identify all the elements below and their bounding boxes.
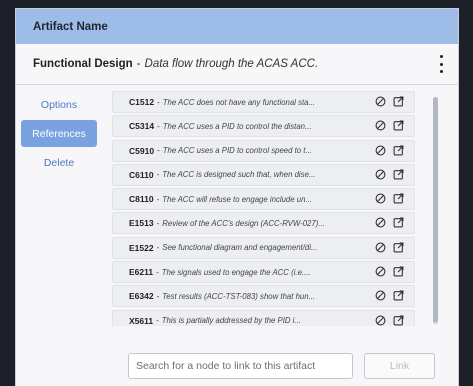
external-link-icon[interactable] [393,315,404,326]
reference-dash: - [157,97,160,107]
reference-dash: - [156,267,159,277]
reference-text: Review of the ACC's design (ACC-RVW-027)… [162,218,325,228]
reference-code: E1513 [129,218,154,229]
reference-text: The ACC is designed such that, when dise… [162,170,316,180]
sidebar-item-delete[interactable]: Delete [21,149,97,176]
reference-text: This is partially addressed by the PID i… [161,316,301,326]
block-icon[interactable] [375,96,386,107]
reference-code: E6211 [129,267,154,278]
block-icon[interactable] [375,315,386,326]
kebab-menu-icon[interactable] [438,55,444,73]
link-button[interactable]: Link [364,353,435,379]
block-icon[interactable] [375,217,386,228]
block-icon[interactable] [375,193,386,204]
block-icon[interactable] [375,120,386,131]
reference-actions [375,217,404,228]
reference-code: C8110 [129,194,154,205]
external-link-icon[interactable] [393,145,404,156]
reference-actions [375,266,404,277]
references-list: C1512- The ACC does not have any function… [112,91,426,326]
sidebar-item-label: References [32,127,86,140]
panel-header-title: Artifact Name [33,20,108,33]
reference-code: C1512 [129,97,155,107]
reference-actions [375,315,404,326]
reference-text: The ACC does not have any functional sta… [162,97,316,107]
reference-actions [375,169,404,180]
sidebar-item-label: Delete [43,156,75,169]
block-icon[interactable] [375,266,386,277]
external-link-icon[interactable] [393,266,404,277]
reference-text: See functional diagram and engagement/di… [162,243,318,253]
sidebar-item-options[interactable]: Options [21,91,97,118]
sidebar-item-label: Options [40,98,78,111]
reference-actions [375,120,404,131]
external-link-icon[interactable] [393,96,404,107]
reference-code: C6110 [129,169,154,180]
reference-code: C5314 [129,121,155,132]
reference-dash: - [156,194,160,204]
reference-text: The ACC will refuse to engage include un… [162,194,312,204]
reference-actions [375,193,404,204]
list-item[interactable]: C1512- The ACC does not have any function… [112,91,415,113]
list-item[interactable]: C6110- The ACC is designed such that, whe… [112,163,415,186]
reference-dash: - [156,218,160,228]
list-item[interactable]: X5611- This is partially addressed by the… [112,309,415,326]
scrollbar-thumb[interactable] [433,97,438,323]
external-link-icon[interactable] [393,120,404,131]
external-link-icon[interactable] [393,217,404,228]
panel-header: Artifact Name [16,9,458,44]
block-icon[interactable] [375,242,386,253]
reference-actions [375,290,404,301]
references-scrollbar[interactable] [433,97,438,325]
artifact-title-bar: Functional Design - Data flow through th… [16,44,458,85]
reference-text: The ACC uses a PID to control speed to t… [162,146,312,156]
artifact-separator: - [136,58,141,70]
reference-dash: - [157,121,160,131]
block-icon[interactable] [375,290,386,301]
block-icon[interactable] [375,169,386,180]
block-icon[interactable] [375,145,386,156]
reference-code: E6342 [129,291,154,302]
reference-code: C5910 [129,145,155,156]
search-input[interactable] [128,353,353,379]
reference-dash: - [156,170,160,180]
external-link-icon[interactable] [393,242,404,253]
list-item[interactable]: E1513- Review of the ACC's design (ACC-RV… [112,212,415,235]
reference-dash: - [156,316,159,326]
reference-code: E1522 [129,242,154,253]
list-item[interactable]: E6211- The signals used to engage the ACC… [112,261,415,284]
artifact-name: Functional Design [33,58,133,70]
sidebar: Options References Delete [21,91,97,178]
reference-dash: - [157,146,160,156]
list-item[interactable]: E1522- See functional diagram and engagem… [112,236,415,259]
reference-actions [375,145,404,156]
list-item[interactable]: E6342- Test results (ACC-TST-083) show th… [112,285,415,308]
external-link-icon[interactable] [393,193,404,204]
list-item[interactable]: C5910- The ACC uses a PID to control spee… [112,139,415,162]
reference-text: The ACC uses a PID to control the distan… [162,121,312,131]
reference-text: The signals used to engage the ACC (i.e.… [161,267,311,277]
reference-actions [375,242,404,253]
list-item[interactable]: C8110- The ACC will refuse to engage incl… [112,188,415,211]
external-link-icon[interactable] [393,290,404,301]
link-button-label: Link [389,360,410,372]
reference-actions [375,96,404,107]
reference-dash: - [156,243,160,253]
list-item[interactable]: C5314- The ACC uses a PID to control the … [112,115,415,138]
reference-code: X5611 [129,315,154,326]
reference-dash: - [156,291,160,301]
artifact-description: Data flow through the ACAS ACC. [144,58,319,70]
sidebar-item-references[interactable]: References [21,120,97,147]
reference-text: Test results (ACC-TST-083) show that hun… [162,291,316,301]
external-link-icon[interactable] [393,169,404,180]
